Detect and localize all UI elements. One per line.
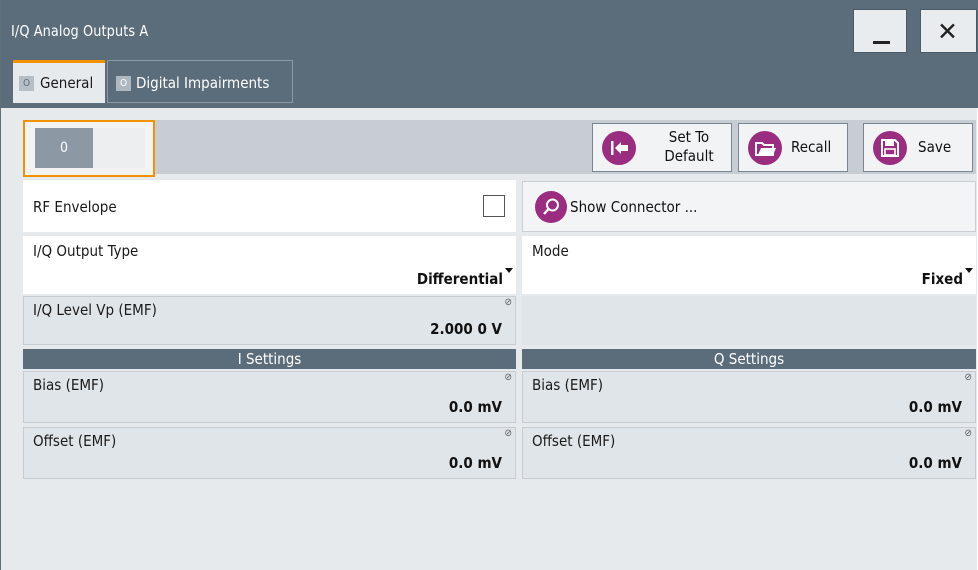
i-settings-header: I Settings <box>23 349 516 369</box>
i-bias-label: Bias (EMF) <box>33 376 105 394</box>
q-bias-field: Bias (EMF) ⊘ 0.0 mV <box>522 371 976 423</box>
read-only-icon: ⊘ <box>504 372 512 383</box>
set-default-icon <box>602 131 636 165</box>
close-button[interactable]: ✕ <box>920 9 977 53</box>
mode-select[interactable]: Mode Fixed <box>522 236 976 294</box>
state-toggle-thumb <box>93 128 145 168</box>
recall-label: Recall <box>791 138 832 156</box>
dropdown-arrow-icon <box>965 268 973 273</box>
tab-general[interactable]: O General <box>13 60 105 103</box>
iq-level-field: I/Q Level Vp (EMF) ⊘ 2.000 0 V <box>23 296 516 345</box>
set-to-default-label: Set To Default <box>653 128 725 166</box>
iq-output-type-label: I/Q Output Type <box>33 242 139 260</box>
save-button[interactable]: Save <box>863 123 973 172</box>
empty-cell <box>522 296 976 345</box>
i-offset-label: Offset (EMF) <box>33 432 117 450</box>
q-offset-label: Offset (EMF) <box>532 432 616 450</box>
q-offset-value: 0.0 mV <box>908 454 962 472</box>
window-title: I/Q Analog Outputs A <box>11 22 149 40</box>
rf-envelope-label: RF Envelope <box>33 198 117 216</box>
mode-value: Fixed <box>921 270 963 288</box>
read-only-icon: ⊘ <box>964 372 972 383</box>
minimize-button[interactable] <box>853 9 907 53</box>
recall-button[interactable]: Recall <box>738 123 848 172</box>
title-bar: I/Q Analog Outputs A ✕ <box>1 0 978 58</box>
read-only-icon: ⊘ <box>964 428 972 439</box>
i-offset-value: 0.0 mV <box>448 454 502 472</box>
save-label: Save <box>918 138 952 156</box>
save-icon <box>873 131 907 165</box>
dropdown-arrow-icon <box>505 268 513 273</box>
q-offset-field: Offset (EMF) ⊘ 0.0 mV <box>522 427 976 479</box>
iq-output-type-value: Differential <box>416 270 503 288</box>
tab-state-indicator: O <box>116 76 131 91</box>
i-bias-field: Bias (EMF) ⊘ 0.0 mV <box>23 371 516 423</box>
i-offset-field: Offset (EMF) ⊘ 0.0 mV <box>23 427 516 479</box>
dialog-window: I/Q Analog Outputs A ✕ O General O Digit… <box>0 0 978 570</box>
mode-label: Mode <box>532 242 569 260</box>
tab-digital-impairments[interactable]: O Digital Impairments <box>107 60 293 103</box>
iq-output-type-select[interactable]: I/Q Output Type Differential <box>23 236 516 294</box>
magnifier-icon <box>535 191 567 223</box>
q-bias-value: 0.0 mV <box>908 398 962 416</box>
tab-label: Digital Impairments <box>136 74 270 92</box>
iq-level-label: I/Q Level Vp (EMF) <box>33 301 157 319</box>
q-settings-header: Q Settings <box>522 349 976 369</box>
state-toggle[interactable]: 0 <box>23 120 155 177</box>
show-connector-button[interactable]: Show Connector ... <box>522 181 976 232</box>
iq-level-value: 2.000 0 V <box>430 320 502 338</box>
rf-envelope-checkbox[interactable] <box>483 195 505 217</box>
q-bias-label: Bias (EMF) <box>532 376 604 394</box>
read-only-icon: ⊘ <box>504 428 512 439</box>
set-to-default-line2: Default <box>664 147 714 165</box>
close-icon: ✕ <box>937 17 958 46</box>
i-bias-value: 0.0 mV <box>448 398 502 416</box>
rf-envelope-field: RF Envelope <box>23 180 516 232</box>
folder-open-icon <box>748 131 782 165</box>
read-only-icon: ⊘ <box>504 297 512 308</box>
show-connector-label: Show Connector ... <box>570 198 698 216</box>
set-to-default-line1: Set To <box>668 128 710 146</box>
set-to-default-button[interactable]: Set To Default <box>592 123 732 172</box>
tab-label: General <box>40 74 94 92</box>
state-toggle-label: 0 <box>35 128 93 168</box>
tab-state-indicator: O <box>19 76 34 91</box>
minimize-icon <box>873 41 890 44</box>
